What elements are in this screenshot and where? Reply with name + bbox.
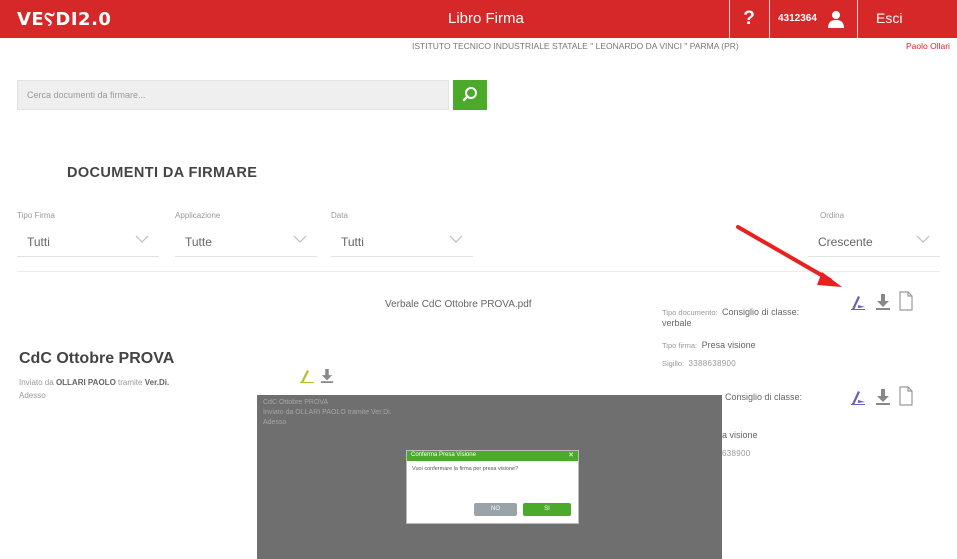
document-code-line: Sigillo: 3388638900 (662, 353, 736, 371)
document-type-label: Tipo documento: (662, 308, 718, 317)
filter-tipo-firma-select[interactable]: Tutti (17, 227, 159, 257)
document-code-value: 638900 (722, 449, 751, 458)
filter-label-tipo-firma: Tipo Firma (17, 211, 55, 220)
document-group-title[interactable]: CdC Ottobre PROVA (19, 350, 174, 368)
filter-applicazione-value: Tutte (185, 235, 212, 249)
signature-type-value: Presa visione (701, 340, 756, 350)
close-icon[interactable]: ✕ (568, 451, 574, 459)
document-type-value-2: verbale (662, 318, 692, 328)
search-icon (462, 87, 477, 102)
filter-label-ordina: Ordina (820, 211, 845, 220)
chevron-down-icon (293, 235, 307, 243)
confirm-dialog-message: Vuoi confermare la firma per presa visio… (412, 466, 519, 472)
document-group-date: Adesso (19, 391, 46, 400)
search-button[interactable] (453, 80, 487, 110)
divider (17, 271, 940, 272)
filter-label-applicazione: Applicazione (175, 211, 221, 220)
document-type-value: Consiglio di classe: (722, 307, 800, 317)
filter-applicazione-select[interactable]: Tutte (175, 227, 317, 257)
signature-type-label: Tipo firma: (662, 341, 698, 350)
filter-ordina-value: Crescente (818, 235, 873, 249)
document-file-name[interactable]: Verbale CdC Ottobre PROVA.pdf (385, 299, 532, 310)
document-preview-icon[interactable] (898, 291, 914, 311)
user-code: 4312364 (778, 13, 817, 24)
download-icon[interactable] (875, 293, 891, 311)
help-button[interactable]: ? (731, 0, 767, 38)
sign-all-icon[interactable] (298, 368, 316, 384)
signature-type-line: Tipo firma: Presa visione (662, 335, 756, 353)
app-logo: VEⲊDI2.0 (17, 9, 112, 30)
sender-name: OLLARI PAOLO (55, 378, 116, 387)
top-bar: VEⲊDI2.0 Libro Firma ? 4312364 Esci (0, 0, 957, 38)
confirm-dialog: Conferma Presa Visione ✕ Vuoi confermare… (406, 450, 579, 524)
document-group-sender-line: Inviato da OLLARI PAOLO tramite Ver.Di. (19, 378, 169, 387)
document-code-label: Sigillo: (662, 359, 685, 368)
filter-tipo-firma-value: Tutti (27, 235, 50, 249)
yes-button[interactable]: SI (523, 503, 571, 516)
user-icon[interactable] (826, 10, 846, 28)
sender-app: Ver.Di. (144, 378, 170, 387)
document-code-value: 3388638900 (688, 359, 737, 368)
signature-type-value: a visione (722, 430, 758, 440)
chevron-down-icon (916, 235, 930, 243)
confirm-dialog-title: Conferma Presa Visione (411, 452, 476, 458)
no-button[interactable]: NO (474, 503, 517, 516)
search-box (17, 80, 449, 110)
filter-data-value: Tutti (341, 235, 364, 249)
filter-data-select[interactable]: Tutti (331, 227, 473, 257)
institute-name: ISTITUTO TECNICO INDUSTRIALE STATALE " L… (412, 41, 739, 51)
filter-ordina-select[interactable]: Crescente (808, 227, 940, 257)
app-title: Libro Firma (448, 10, 524, 27)
confirm-dialog-header: Conferma Presa Visione ✕ (407, 451, 578, 461)
document-type-value: Consiglio di classe: (725, 392, 803, 402)
inset-group-title: CdC Ottobre PROVA (263, 399, 329, 406)
confirmation-screenshot-inset: CdC Ottobre PROVA Inviato da OLLARI PAOL… (257, 395, 722, 559)
download-icon[interactable] (875, 388, 891, 406)
user-name-link[interactable]: Paolo Ollari (906, 41, 950, 51)
chevron-down-icon (449, 235, 463, 243)
search-input[interactable] (18, 81, 448, 109)
sent-by-label: Inviato da (19, 378, 54, 387)
topbar-divider (857, 0, 858, 38)
topbar-divider (729, 0, 730, 38)
filter-label-data: Data (331, 211, 348, 220)
inset-date: Adesso (263, 419, 287, 426)
sign-document-icon[interactable] (849, 388, 867, 406)
chevron-down-icon (135, 235, 149, 243)
section-title: DOCUMENTI DA FIRMARE (67, 165, 258, 181)
logout-button[interactable]: Esci (876, 10, 902, 26)
sign-document-icon[interactable] (849, 293, 867, 311)
topbar-divider (769, 0, 770, 38)
via-app-label: tramite (118, 378, 143, 387)
inset-sender-line: Inviato da OLLARI PAOLO tramite Ver.Di. (263, 409, 392, 416)
download-all-icon[interactable] (320, 368, 334, 384)
document-preview-icon[interactable] (898, 386, 914, 406)
